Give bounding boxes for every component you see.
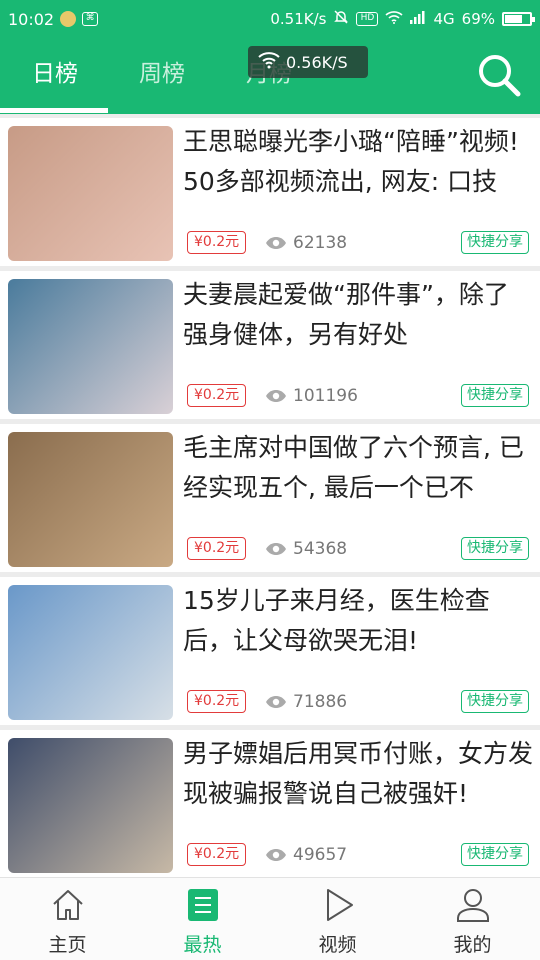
- view-count: 54368: [265, 537, 347, 560]
- price-tag: ¥0.2元: [187, 843, 247, 866]
- quick-share-button[interactable]: 快捷分享: [461, 843, 529, 866]
- view-count: 101196: [265, 384, 358, 407]
- nav-hot-label: 最热: [183, 934, 222, 956]
- status-net-speed: 0.51K/s: [270, 10, 327, 28]
- article-card[interactable]: 王思聪曝光李小璐“陪睡”视频! 50多部视频流出, 网友: 口技 ¥0.2元 621…: [0, 118, 540, 266]
- eye-icon: [266, 389, 286, 402]
- bottom-navigation: 主页 最热 视频 我的: [0, 877, 540, 960]
- article-thumbnail[interactable]: [8, 126, 173, 261]
- wifi-icon: [385, 10, 404, 28]
- active-tab-indicator: [0, 108, 108, 113]
- view-count: 71886: [265, 690, 347, 713]
- quick-share-button[interactable]: 快捷分享: [461, 690, 529, 713]
- view-count-value: 54368: [293, 538, 348, 559]
- nav-home-label: 主页: [48, 934, 87, 956]
- nav-home[interactable]: 主页: [0, 878, 135, 960]
- view-count-value: 71886: [293, 691, 348, 712]
- nav-video-label: 视频: [318, 934, 357, 956]
- mute-bell-icon: [333, 9, 349, 29]
- play-icon: [326, 889, 353, 921]
- quick-share-button[interactable]: 快捷分享: [461, 384, 529, 407]
- nav-video[interactable]: 视频: [270, 878, 405, 960]
- tab-weekly[interactable]: 周榜: [139, 52, 185, 96]
- view-count-value: 101196: [293, 385, 358, 406]
- article-title[interactable]: 毛主席对中国做了六个预言, 已经实现五个, 最后一个已不: [183, 428, 533, 508]
- battery-percent: 69%: [461, 10, 495, 28]
- article-card[interactable]: 男子嫖娼后用冥币付账，女方发现被骗报警说自己被强奸! ¥0.2元 49657 快捷分享: [0, 730, 540, 878]
- tab-daily[interactable]: 日榜: [32, 52, 78, 96]
- article-thumbnail[interactable]: [8, 279, 173, 414]
- view-count-value: 62138: [293, 232, 348, 253]
- notification-square-icon: ⌘: [82, 12, 99, 26]
- status-time: 10:02: [8, 9, 55, 29]
- article-title[interactable]: 男子嫖娼后用冥币付账，女方发现被骗报警说自己被强奸!: [183, 734, 533, 814]
- eye-icon: [266, 695, 286, 708]
- quick-share-button[interactable]: 快捷分享: [461, 231, 529, 254]
- article-title[interactable]: 15岁儿子来月经，医生检查后，让父母欲哭无泪!: [183, 581, 533, 661]
- quick-share-button[interactable]: 快捷分享: [461, 537, 529, 560]
- eye-icon: [266, 542, 286, 555]
- price-tag: ¥0.2元: [187, 384, 247, 407]
- view-count: 62138: [265, 231, 347, 254]
- hd-badge: HD: [356, 12, 379, 26]
- nav-me[interactable]: 我的: [405, 878, 540, 960]
- article-thumbnail[interactable]: [8, 585, 173, 720]
- article-card[interactable]: 15岁儿子来月经，医生检查后，让父母欲哭无泪! ¥0.2元 71886 快捷分享: [0, 577, 540, 725]
- price-tag: ¥0.2元: [187, 231, 247, 254]
- article-title[interactable]: 王思聪曝光李小璐“陪睡”视频! 50多部视频流出, 网友: 口技: [183, 122, 533, 202]
- floating-speed-overlay: 0.56K/S: [248, 46, 368, 78]
- nav-hot[interactable]: 最热: [135, 878, 270, 960]
- status-bar: 10:02 ⌘ 0.51K/s HD 4G 69%: [0, 0, 540, 38]
- view-count-value: 49657: [293, 844, 348, 865]
- home-icon: [52, 890, 83, 920]
- article-thumbnail[interactable]: [8, 738, 173, 873]
- speed-value: 0.56K/S: [286, 52, 348, 72]
- network-type: 4G: [433, 10, 455, 28]
- view-count: 49657: [265, 843, 347, 866]
- signal-icon: [410, 10, 426, 28]
- article-card[interactable]: 毛主席对中国做了六个预言, 已经实现五个, 最后一个已不 ¥0.2元 54368 快捷…: [0, 424, 540, 572]
- eye-icon: [266, 848, 286, 861]
- article-card[interactable]: 夫妻晨起爱做“那件事”，除了强身健体，另有好处 ¥0.2元 101196 快捷分享: [0, 271, 540, 419]
- article-thumbnail[interactable]: [8, 432, 173, 567]
- nav-me-label: 我的: [453, 934, 492, 956]
- wifi-speed-icon: [258, 51, 280, 73]
- hot-list-icon: [187, 889, 218, 921]
- search-icon: [479, 55, 521, 97]
- price-tag: ¥0.2元: [187, 690, 247, 713]
- notification-app-icon: [60, 11, 77, 27]
- battery-icon: [502, 12, 535, 26]
- article-title[interactable]: 夫妻晨起爱做“那件事”，除了强身健体，另有好处: [183, 275, 533, 355]
- search-button[interactable]: [476, 52, 522, 98]
- price-tag: ¥0.2元: [187, 537, 247, 560]
- user-icon: [456, 889, 489, 922]
- top-tab-bar: 日榜 周榜 月榜 0.56K/S: [0, 38, 540, 114]
- eye-icon: [266, 236, 286, 249]
